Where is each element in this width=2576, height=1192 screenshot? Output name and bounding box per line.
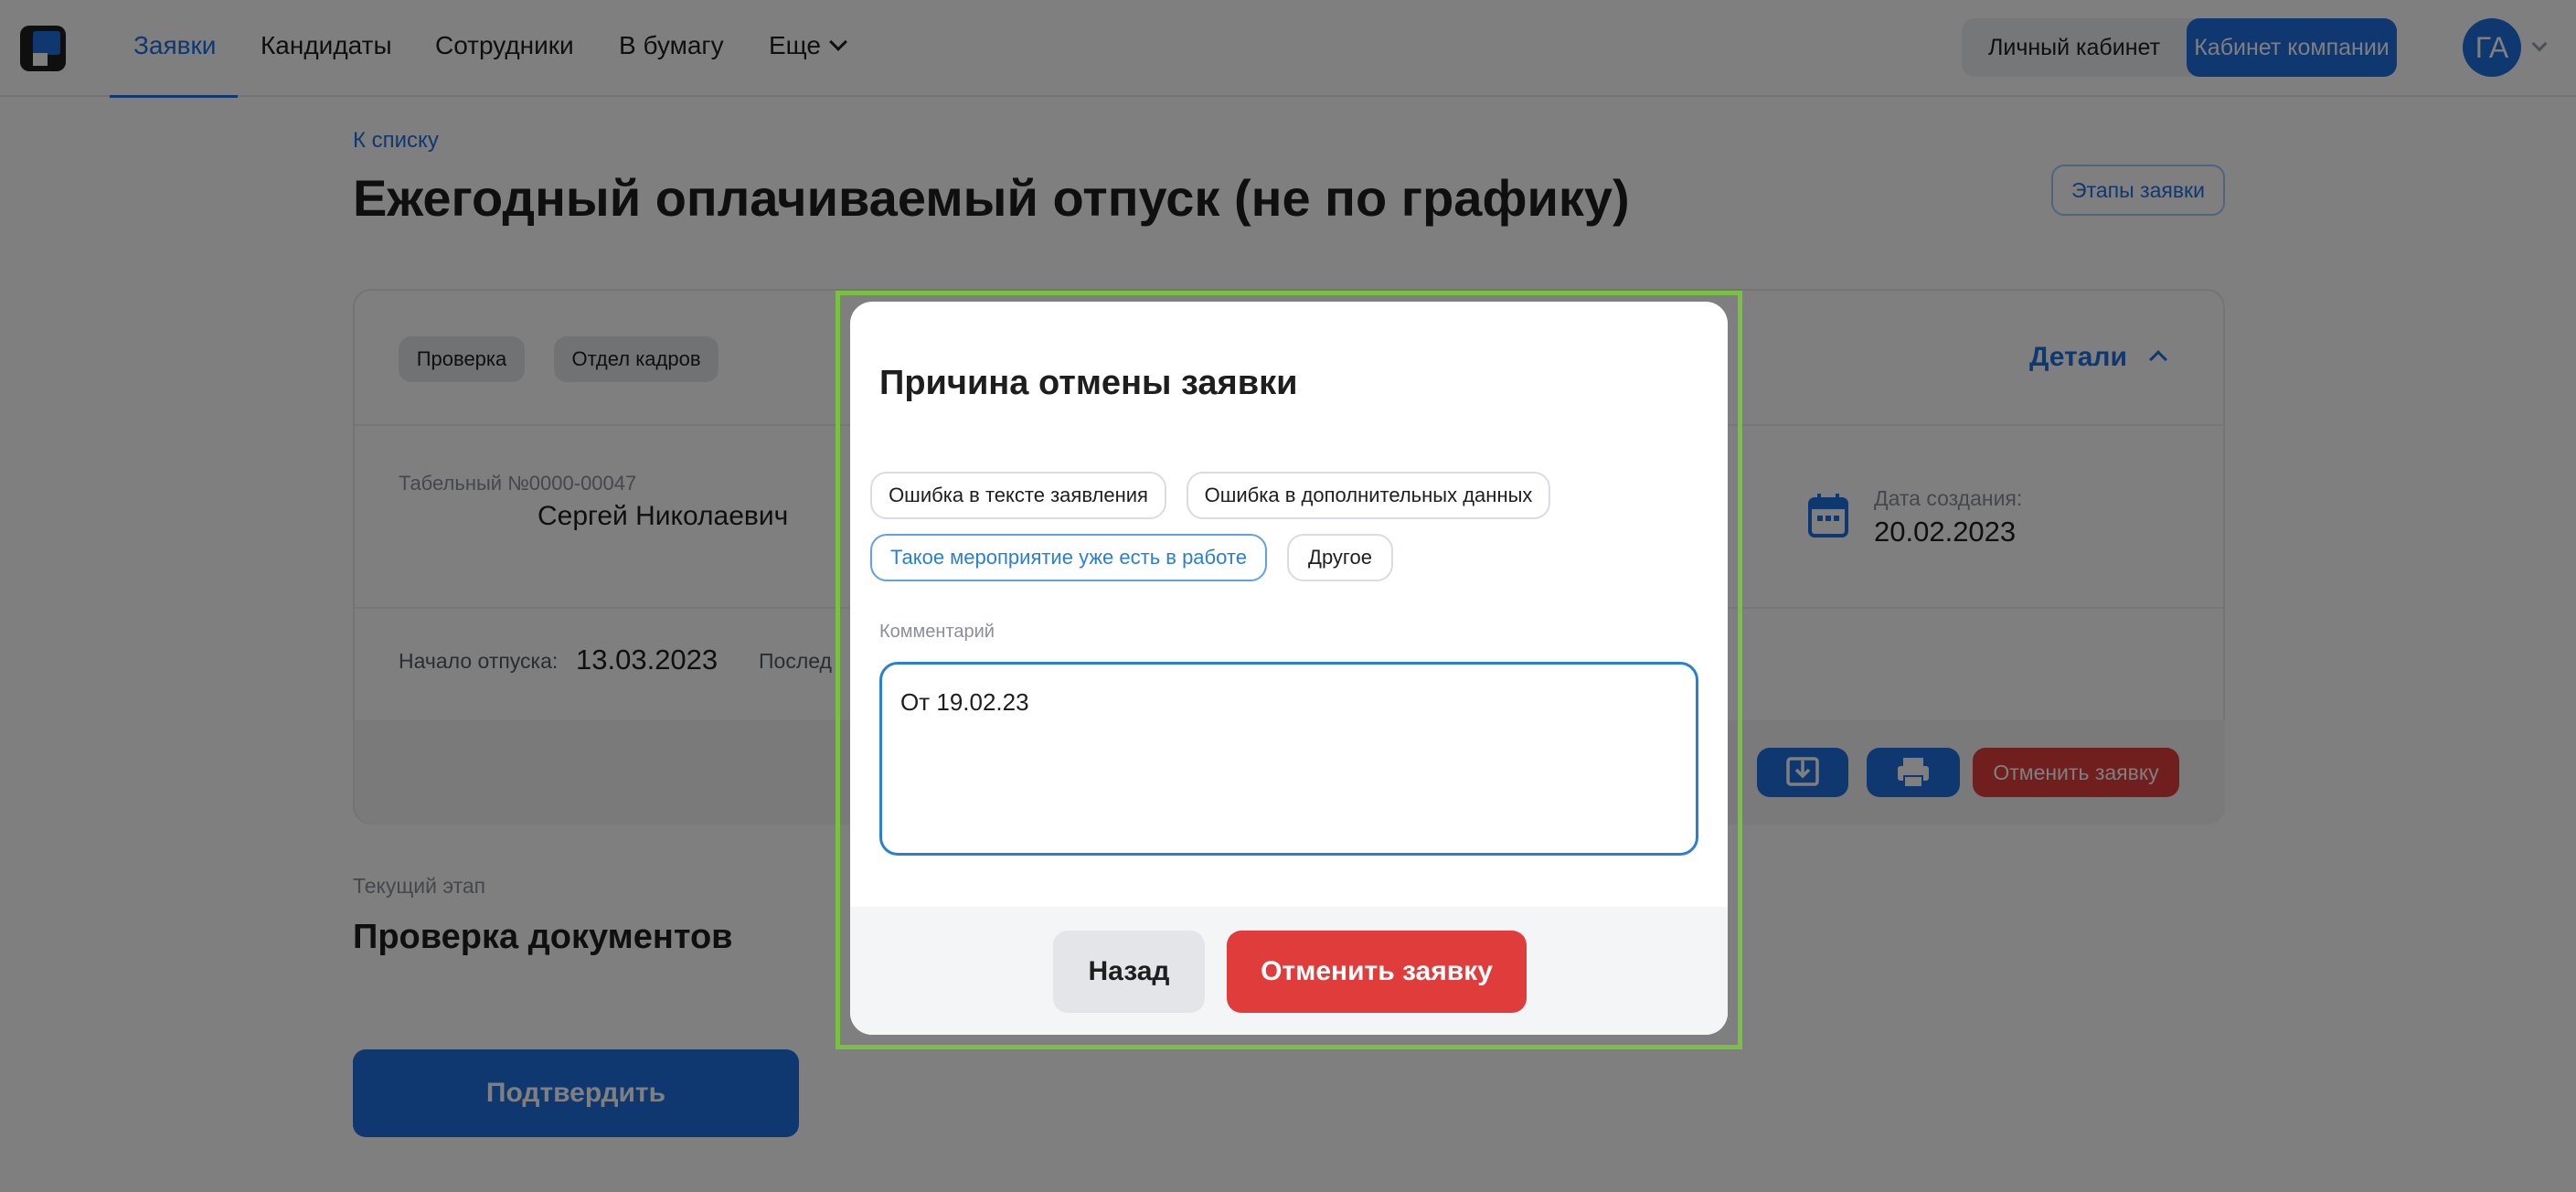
dialog-footer: Назад Отменить заявку <box>850 907 1728 1035</box>
reason-chip-duplicate[interactable]: Такое мероприятие уже есть в работе <box>870 534 1267 581</box>
reason-chip-text-error[interactable]: Ошибка в тексте заявления <box>870 472 1166 519</box>
cancel-reason-dialog: Причина отмены заявки Ошибка в тексте за… <box>850 302 1728 1035</box>
confirm-cancel-button[interactable]: Отменить заявку <box>1227 931 1527 1013</box>
reason-chip-data-error[interactable]: Ошибка в дополнительных данных <box>1187 472 1550 519</box>
comment-textarea[interactable]: От 19.02.23 <box>879 662 1698 856</box>
reason-chip-other[interactable]: Другое <box>1287 534 1393 581</box>
comment-label: Комментарий <box>879 622 995 642</box>
dialog-title: Причина отмены заявки <box>879 364 1298 402</box>
back-button[interactable]: Назад <box>1053 931 1205 1013</box>
